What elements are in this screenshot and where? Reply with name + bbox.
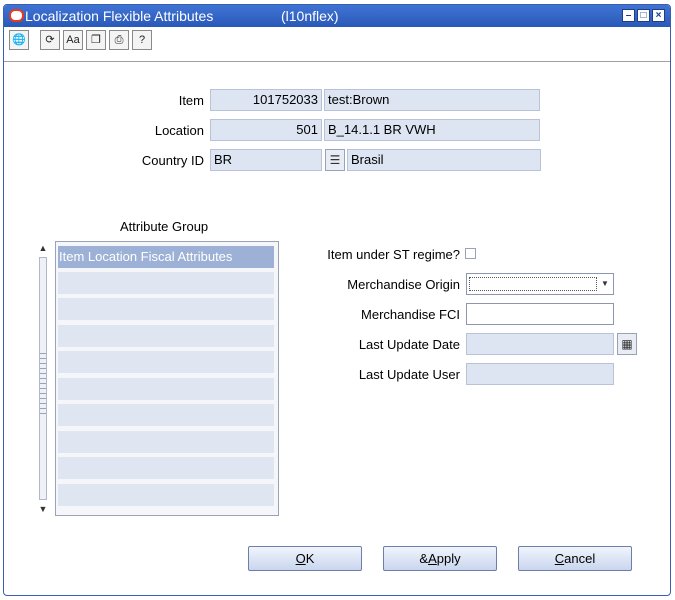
ok-label: K xyxy=(305,551,315,566)
window: Localization Flexible Attributes (l10nfl… xyxy=(3,4,671,596)
list-item[interactable] xyxy=(58,351,274,375)
country-id-field[interactable]: BR xyxy=(210,149,322,171)
print-icon[interactable]: ⎙ xyxy=(109,30,129,50)
item-desc-field: test:Brown xyxy=(324,89,540,111)
list-item[interactable] xyxy=(58,404,274,428)
cancel-button[interactable]: Cancel xyxy=(518,546,632,571)
app-icon xyxy=(9,9,24,22)
merch-origin-label: Merchandise Origin xyxy=(347,277,460,292)
item-label: Item xyxy=(178,93,204,108)
country-desc-field: Brasil xyxy=(347,149,541,171)
title-bar[interactable]: Localization Flexible Attributes (l10nfl… xyxy=(4,5,670,27)
list-item[interactable] xyxy=(58,325,274,349)
apply-button[interactable]: &Apply xyxy=(383,546,497,571)
list-item[interactable] xyxy=(58,298,274,322)
apply-prefix: & xyxy=(419,551,429,566)
location-id-field: 501 xyxy=(210,119,322,141)
last-update-user-label: Last Update User xyxy=(358,367,460,382)
cancel-mnemonic: C xyxy=(554,551,565,566)
apply-mnemonic: A xyxy=(428,551,437,566)
merch-fci-input[interactable] xyxy=(466,303,614,325)
country-lov-button[interactable]: ☰ xyxy=(325,149,345,171)
minimize-icon[interactable]: – xyxy=(622,9,635,22)
list-item[interactable] xyxy=(58,378,274,402)
list-item[interactable] xyxy=(58,272,274,296)
st-regime-checkbox[interactable] xyxy=(465,248,476,259)
toolbar: 🌐 ⟳ Aa ❐ ⎙ ? xyxy=(4,27,670,55)
help-icon[interactable]: ? xyxy=(132,30,152,50)
list-item[interactable]: Item Location Fiscal Attributes xyxy=(58,246,274,270)
last-update-user-field xyxy=(466,363,614,385)
form-name: (l10nflex) xyxy=(281,8,339,24)
refresh-icon[interactable]: ⟳ xyxy=(40,30,60,50)
apply-label: pply xyxy=(436,551,461,566)
close-icon[interactable]: × xyxy=(652,9,665,22)
ok-mnemonic: O xyxy=(295,551,306,566)
merch-fci-label: Merchandise FCI xyxy=(361,307,460,322)
merch-origin-select[interactable]: ▼ xyxy=(466,273,614,295)
calendar-button[interactable]: ▦ xyxy=(617,333,637,355)
toolbar-separator xyxy=(4,61,670,62)
cancel-label: ancel xyxy=(564,551,596,566)
last-update-date-label: Last Update Date xyxy=(358,337,460,352)
scroll-up-icon[interactable]: ▲ xyxy=(36,241,50,255)
country-label: Country ID xyxy=(141,153,204,168)
globe-icon[interactable]: 🌐 xyxy=(9,30,29,50)
last-update-date-field xyxy=(466,333,614,355)
location-label: Location xyxy=(154,123,204,138)
list-item[interactable] xyxy=(58,431,274,455)
copy-icon[interactable]: ❐ xyxy=(86,30,106,50)
window-title: Localization Flexible Attributes xyxy=(25,8,214,24)
st-regime-label: Item under ST regime? xyxy=(327,247,460,262)
scroll-grip[interactable] xyxy=(40,353,46,417)
list-icon: ☰ xyxy=(329,153,341,167)
location-desc-field: B_14.1.1 BR VWH xyxy=(324,119,540,141)
list-item[interactable] xyxy=(58,457,274,481)
maximize-icon[interactable]: □ xyxy=(637,9,650,22)
merch-origin-value xyxy=(469,277,597,291)
spell-check-icon[interactable]: Aa xyxy=(63,30,83,50)
scroll-track[interactable] xyxy=(39,257,47,500)
scroll-down-icon[interactable]: ▼ xyxy=(36,502,50,516)
attribute-group-scrollbar[interactable]: ▲ ▼ xyxy=(36,241,50,516)
ok-button[interactable]: OK xyxy=(248,546,362,571)
list-item[interactable] xyxy=(58,484,274,508)
chevron-down-icon[interactable]: ▼ xyxy=(599,276,611,292)
attribute-group-list: Item Location Fiscal Attributes xyxy=(55,241,279,516)
calendar-icon: ▦ xyxy=(621,337,633,351)
item-id-field: 101752033 xyxy=(210,89,322,111)
attribute-group-title: Attribute Group xyxy=(120,219,209,234)
